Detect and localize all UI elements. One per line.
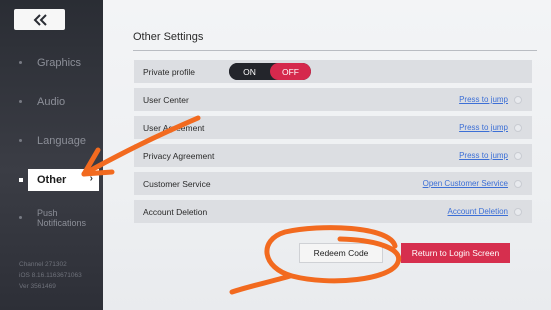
sidebar-item-label: Graphics bbox=[37, 57, 82, 69]
press-to-jump-link[interactable]: Press to jump bbox=[459, 123, 508, 132]
open-customer-service-link[interactable]: Open Customer Service bbox=[423, 179, 508, 188]
active-bullet-icon bbox=[19, 178, 23, 182]
setting-label: Private profile bbox=[143, 66, 195, 77]
arrow-circle-icon bbox=[514, 180, 522, 188]
arrow-circle-icon bbox=[514, 152, 522, 160]
settings-panel: Other Settings Private profile ON OFF Us… bbox=[103, 0, 551, 310]
sidebar-item-other[interactable]: Other › bbox=[28, 169, 99, 191]
setting-row-account-deletion[interactable]: Account Deletion Account Deletion bbox=[134, 200, 532, 223]
version-text: Ver 3561469 bbox=[19, 283, 56, 290]
setting-label: Account Deletion bbox=[143, 206, 208, 217]
bullet-icon bbox=[19, 139, 22, 142]
sidebar-item-push-notifications[interactable]: Push Notifications bbox=[0, 207, 103, 229]
section-title: Other Settings bbox=[133, 31, 204, 43]
sidebar: Graphics Audio Language Other › Push Not… bbox=[0, 0, 103, 310]
press-to-jump-link[interactable]: Press to jump bbox=[459, 151, 508, 160]
divider bbox=[133, 50, 537, 51]
setting-row-user-center[interactable]: User Center Press to jump bbox=[134, 88, 532, 111]
sidebar-item-label: Audio bbox=[37, 96, 66, 108]
setting-label: Customer Service bbox=[143, 178, 211, 189]
press-to-jump-link[interactable]: Press to jump bbox=[459, 95, 508, 104]
toggle-off-option[interactable]: OFF bbox=[270, 63, 311, 80]
arrow-circle-icon bbox=[514, 208, 522, 216]
setting-label: Privacy Agreement bbox=[143, 150, 215, 161]
private-profile-toggle[interactable]: ON OFF bbox=[229, 63, 311, 80]
setting-label: User Agreement bbox=[143, 122, 205, 133]
account-deletion-link[interactable]: Account Deletion bbox=[448, 207, 508, 216]
setting-row-user-agreement[interactable]: User Agreement Press to jump bbox=[134, 116, 532, 139]
setting-row-customer-service[interactable]: Customer Service Open Customer Service bbox=[134, 172, 532, 195]
sidebar-item-graphics[interactable]: Graphics bbox=[0, 52, 103, 74]
setting-row-private-profile: Private profile ON OFF bbox=[134, 60, 532, 83]
setting-label: User Center bbox=[143, 94, 189, 105]
sidebar-item-label: Language bbox=[37, 135, 86, 147]
bullet-icon bbox=[19, 216, 22, 219]
sidebar-item-language[interactable]: Language bbox=[0, 130, 103, 152]
sidebar-item-label: Push Notifications bbox=[37, 208, 87, 228]
setting-row-privacy-agreement[interactable]: Privacy Agreement Press to jump bbox=[134, 144, 532, 167]
ios-version-text: iOS 8.16.1163671063 bbox=[19, 272, 82, 279]
bullet-icon bbox=[19, 61, 22, 64]
arrow-circle-icon bbox=[514, 124, 522, 132]
sidebar-item-audio[interactable]: Audio bbox=[0, 91, 103, 113]
build-info: Channel 271302 iOS 8.16.1163671063 Ver 3… bbox=[19, 259, 82, 292]
double-chevron-left-icon bbox=[32, 13, 48, 26]
arrow-circle-icon bbox=[514, 96, 522, 104]
toggle-on-option[interactable]: ON bbox=[229, 63, 270, 80]
sidebar-item-label: Other bbox=[37, 174, 67, 186]
channel-text: Channel 271302 bbox=[19, 261, 67, 268]
bullet-icon bbox=[19, 100, 22, 103]
redeem-code-button[interactable]: Redeem Code bbox=[299, 243, 383, 263]
chevron-right-icon: › bbox=[89, 173, 93, 184]
back-button[interactable] bbox=[14, 9, 65, 30]
return-to-login-button[interactable]: Return to Login Screen bbox=[401, 243, 510, 263]
